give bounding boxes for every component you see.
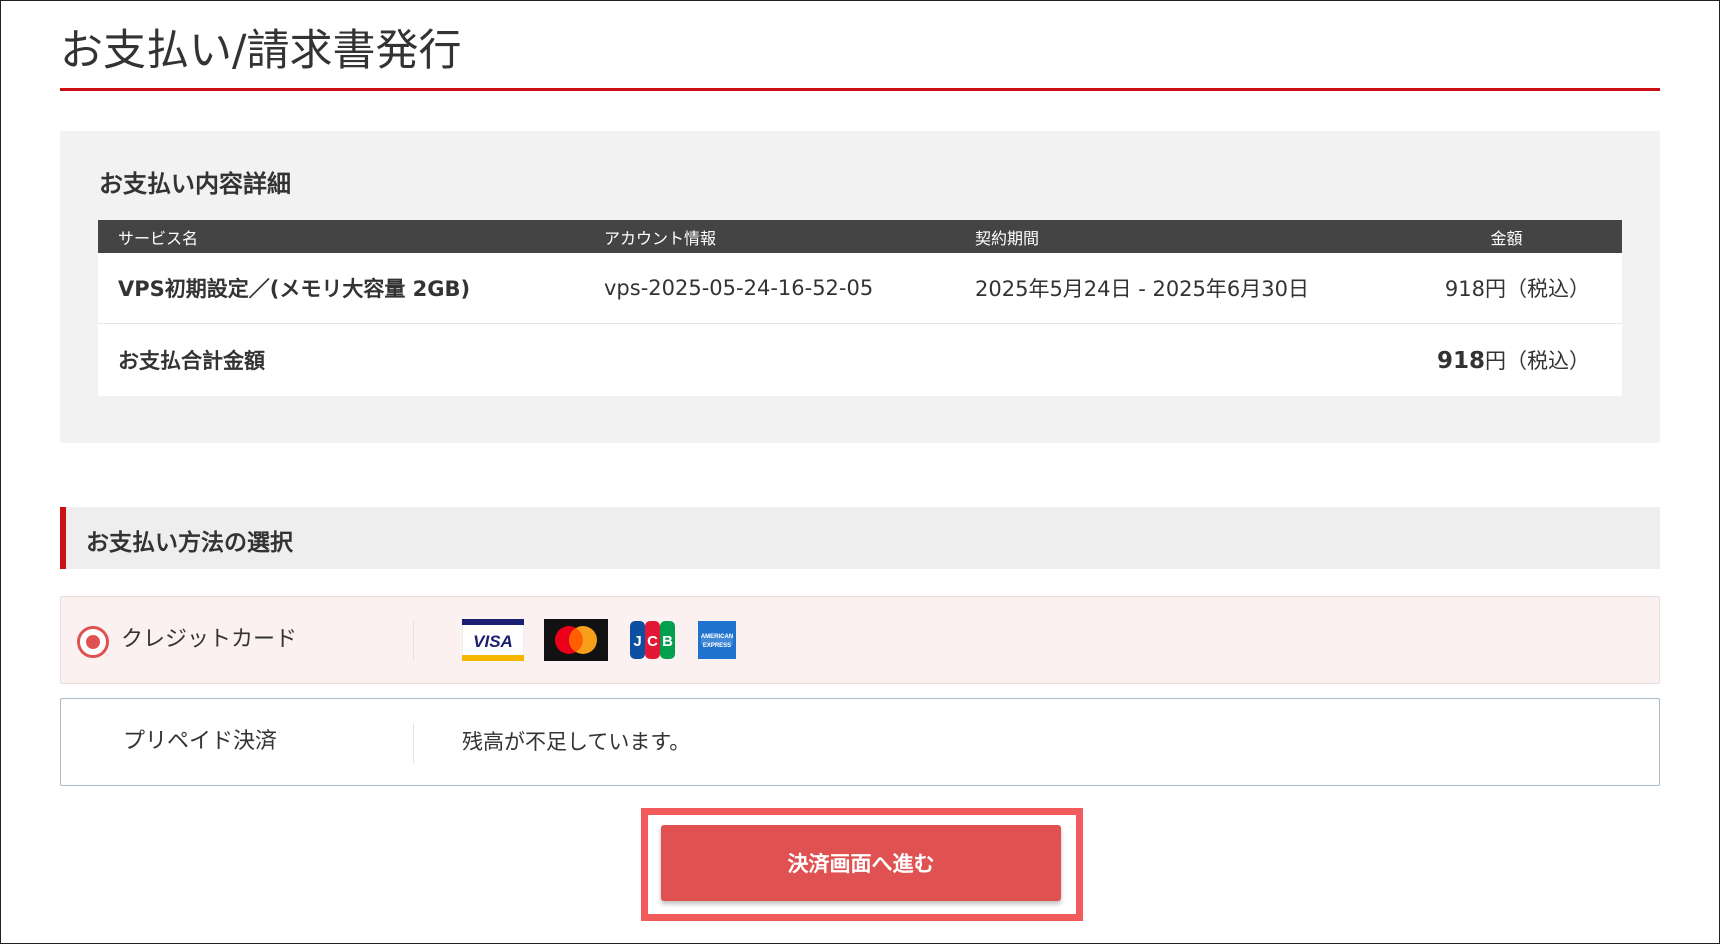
table-header-row: サービス名 アカウント情報 契約期間 金額 (98, 220, 1622, 253)
payment-option-credit-card[interactable]: クレジットカード VISA J C B AMERICAN EXPRESS (60, 596, 1660, 684)
total-row: お支払合計金額 918円（税込） (98, 323, 1622, 396)
table-row: VPS初期設定／(メモリ大容量 2GB) vps-2025-05-24-16-5… (98, 253, 1622, 324)
payment-page: お支払い/請求書発行 お支払い内容詳細 サービス名 アカウント情報 契約期間 金… (0, 0, 1720, 944)
card-brand-logos: VISA J C B AMERICAN EXPRESS (462, 619, 736, 661)
service-name-cell: VPS初期設定／(メモリ大容量 2GB) (98, 253, 584, 324)
payment-detail-table: サービス名 アカウント情報 契約期間 金額 VPS初期設定／(メモリ大容量 2G… (98, 220, 1622, 396)
account-cell: vps-2025-05-24-16-52-05 (584, 253, 955, 324)
svg-text:EXPRESS: EXPRESS (703, 643, 731, 649)
payment-summary-panel: お支払い内容詳細 サービス名 アカウント情報 契約期間 金額 VPS初期設定／(… (60, 131, 1660, 443)
svg-text:B: B (662, 633, 673, 650)
total-amount-number: 918 (1436, 347, 1485, 374)
option-divider (413, 621, 414, 661)
column-header-service: サービス名 (98, 220, 584, 253)
total-empty-cell (955, 323, 1391, 396)
prepaid-balance-message: 残高が不足しています。 (462, 730, 691, 754)
payment-method-heading: お支払い方法の選択 (60, 507, 1660, 569)
credit-card-label: クレジットカード (121, 627, 298, 652)
option-divider (413, 723, 414, 763)
visa-wordmark: VISA (473, 632, 513, 651)
total-amount-suffix: 円（税込） (1485, 348, 1590, 373)
total-label: お支払合計金額 (118, 348, 265, 373)
column-header-amount: 金額 (1391, 220, 1622, 253)
prepaid-label: プリペイド決済 (123, 729, 278, 754)
period-cell: 2025年5月24日 - 2025年6月30日 (955, 253, 1391, 324)
payment-method-heading-label: お支払い方法の選択 (86, 530, 293, 556)
total-amount: 918円（税込） (1391, 323, 1622, 396)
summary-heading: お支払い内容詳細 (99, 170, 291, 198)
credit-card-radio[interactable] (77, 626, 109, 658)
payment-option-prepaid[interactable]: プリペイド決済 残高が不足しています。 (60, 698, 1660, 786)
visa-logo-icon: VISA (462, 619, 524, 661)
svg-text:J: J (633, 633, 641, 650)
svg-text:AMERICAN: AMERICAN (701, 634, 733, 640)
total-empty-cell (584, 323, 955, 396)
radio-selected-dot (86, 635, 100, 649)
page-title: お支払い/請求書発行 (60, 26, 462, 76)
amex-logo-icon: AMERICAN EXPRESS (698, 621, 736, 659)
proceed-to-payment-button[interactable]: 決済画面へ進む (661, 825, 1061, 901)
jcb-logo-icon: J C B (630, 621, 675, 659)
title-underline (60, 88, 1660, 91)
svg-text:C: C (647, 633, 658, 650)
column-header-account: アカウント情報 (584, 220, 955, 253)
mastercard-logo-icon (544, 619, 608, 661)
amount-cell: 918円（税込） (1391, 253, 1622, 324)
column-header-period: 契約期間 (955, 220, 1391, 253)
